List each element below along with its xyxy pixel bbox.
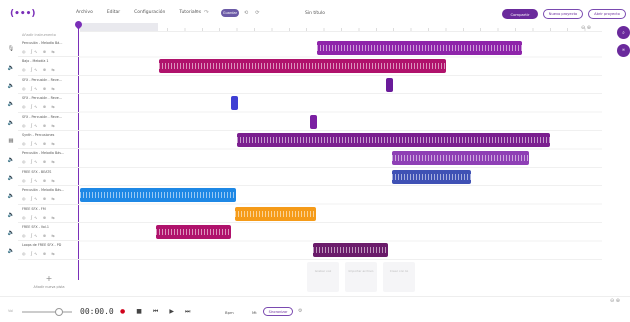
track-name[interactable]: SFX - Percusión - Reve... <box>22 115 80 119</box>
speaker-icon[interactable]: 🔈 <box>6 77 16 95</box>
stop-icon[interactable]: ■ <box>136 308 142 316</box>
speaker-icon[interactable]: 🔈 <box>6 206 16 224</box>
audio-clip[interactable] <box>392 151 529 166</box>
track-name[interactable]: FREE SFX - FM <box>22 207 80 211</box>
track-panel-header[interactable]: Añadir instrumento <box>18 30 80 39</box>
bottom-zoom-icons[interactable]: ⊖ ⊕ <box>610 298 620 304</box>
track-name[interactable]: SFX - Percusión - Reve... <box>22 78 80 82</box>
time-display: 00:00.0 <box>80 307 114 316</box>
track-row[interactable]: Bajo - Melodía 1 ◎ ʃ∿ ⊕ ⇆ <box>18 57 80 76</box>
timeline-ruler[interactable] <box>80 23 602 32</box>
track-row[interactable]: Percusión - Melodía Bás... ◎ ʃ∿ ⊕ ⇆ <box>18 186 80 205</box>
track-row[interactable]: Percusión - Melodía Bás... ◎ ʃ∿ ⊕ ⇆ <box>18 149 80 168</box>
audio-clip[interactable] <box>158 59 447 74</box>
transport-bar: Vol 00:00.0 ● ■ ⏮ ▶ ⏭ Bpm Mt Sincronizar… <box>0 296 630 322</box>
forward-icon[interactable]: ⏭ <box>185 308 190 316</box>
speaker-icon[interactable]: 🔈 <box>6 169 16 187</box>
rewind-icon[interactable]: ⏮ <box>153 308 158 316</box>
audio-clip[interactable] <box>316 41 522 55</box>
ruler-loop-region[interactable] <box>80 23 158 31</box>
new-project-button[interactable]: Nuevo proyecto <box>543 9 583 19</box>
track-row[interactable]: Synth - Percusiones ◎ ʃ∿ ⊕ ⇆ <box>18 131 80 150</box>
keyboard-icon[interactable]: ▦ <box>6 132 16 150</box>
record-icon[interactable]: ● <box>120 308 125 316</box>
mic-icon[interactable]: 🎙 <box>6 40 16 58</box>
sync-button[interactable]: Sincronizar <box>263 307 293 316</box>
track-controls[interactable]: ◎ ʃ∿ ⊕ ⇆ <box>22 196 80 201</box>
audio-clip[interactable] <box>392 169 472 184</box>
speaker-icon[interactable]: 🔈 <box>6 150 16 168</box>
loops-button[interactable]: ∞ <box>617 44 630 57</box>
track-controls[interactable]: ◎ ʃ∿ ⊕ ⇆ <box>22 49 80 54</box>
empty-track-tools: Grabar voz Importar archivo Crear con IA <box>307 262 415 292</box>
metronome-control[interactable]: Mt <box>252 310 257 315</box>
volume-slider[interactable] <box>22 308 72 316</box>
track-row[interactable]: FREE SFX - FM ◎ ʃ∿ ⊕ ⇆ <box>18 205 80 223</box>
speaker-icon[interactable]: 🔈 <box>6 95 16 113</box>
timeline-zoom[interactable]: ⊖ ⊕ <box>581 25 591 31</box>
speaker-icon[interactable]: 🔈 <box>6 58 16 76</box>
track-controls[interactable]: ◎ ʃ∿ ⊕ ⇆ <box>22 123 80 128</box>
transport-controls: ● ■ ⏮ ▶ ⏭ <box>120 308 190 316</box>
audio-clip[interactable] <box>231 96 239 111</box>
track-row[interactable]: FREE SFX - BEATS ◎ ʃ∿ ⊕ ⇆ <box>18 168 80 187</box>
track-row[interactable]: Percusión - Melodía Bá... ◎ ʃ∿ ⊕ ⇆ <box>18 39 80 58</box>
track-controls[interactable]: ◎ ʃ∿ ⊕ ⇆ <box>22 233 80 238</box>
settings-icon[interactable]: ⚙ <box>298 308 302 314</box>
track-row[interactable]: FREE SFX - Vol.1 ◎ ʃ∿ ⊕ ⇆ <box>18 223 80 242</box>
audio-clip[interactable] <box>236 133 551 147</box>
audio-clip[interactable] <box>310 114 317 129</box>
track-name[interactable]: SFX - Percusión - Reve... <box>22 96 80 100</box>
track-row[interactable]: Loops de FREE SFX - PD ◎ ʃ∿ ⊕ ⇆ <box>18 241 80 260</box>
track-controls[interactable]: ◎ ʃ∿ ⊕ ⇆ <box>22 215 80 220</box>
track-controls[interactable]: ◎ ʃ∿ ⊕ ⇆ <box>22 67 80 72</box>
track-name[interactable]: Loops de FREE SFX - PD <box>22 243 80 247</box>
track-controls[interactable]: ◎ ʃ∿ ⊕ ⇆ <box>22 104 80 109</box>
track-panel: Añadir instrumento Percusión - Melodía B… <box>18 30 80 289</box>
track-row[interactable]: SFX - Percusión - Reve... ◎ ʃ∿ ⊕ ⇆ <box>18 76 80 95</box>
record-voice-tool[interactable]: Grabar voz <box>307 262 339 292</box>
track-type-icons: 🎙 🔈 🔈 🔈 🔈 ▦ 🔈 🔈 🔈 🔈 🔈 🔈 <box>6 40 16 261</box>
audio-clip[interactable] <box>80 188 236 203</box>
speaker-icon[interactable]: 🔈 <box>6 114 16 132</box>
bpm-control[interactable]: Bpm <box>225 310 234 315</box>
create-ai-tool[interactable]: Crear con IA <box>383 262 415 292</box>
add-track-button[interactable]: + Añadir nueva pista <box>18 266 80 289</box>
track-name[interactable]: Synth - Percusiones <box>22 133 80 137</box>
audio-clip[interactable] <box>385 77 393 92</box>
track-controls[interactable]: ◎ ʃ∿ ⊕ ⇆ <box>22 86 80 91</box>
share-button[interactable]: Compartir <box>502 9 538 19</box>
track-controls[interactable]: ◎ ʃ∿ ⊕ ⇆ <box>22 141 80 146</box>
volume-knob[interactable] <box>55 308 63 316</box>
audio-clip[interactable] <box>156 225 232 239</box>
open-project-button[interactable]: Abrir proyecto <box>588 9 626 19</box>
track-row[interactable]: SFX - Percusión - Reve... ◎ ʃ∿ ⊕ ⇆ <box>18 94 80 113</box>
track-name[interactable]: Percusión - Melodía Bás... <box>22 151 80 155</box>
search-sounds-button[interactable]: ⌕ <box>617 26 630 39</box>
play-icon[interactable]: ▶ <box>169 308 174 316</box>
track-name[interactable]: Percusión - Melodía Bás... <box>22 188 80 192</box>
audio-clip[interactable] <box>312 243 388 258</box>
plus-icon: + <box>45 273 53 283</box>
track-name[interactable]: Bajo - Melodía 1 <box>22 59 80 63</box>
track-name[interactable]: FREE SFX - BEATS <box>22 170 80 174</box>
speaker-icon[interactable]: 🔈 <box>6 187 16 205</box>
import-file-tool[interactable]: Importar archivo <box>345 262 377 292</box>
speaker-icon[interactable]: 🔈 <box>6 224 16 242</box>
track-controls[interactable]: ◎ ʃ∿ ⊕ ⇆ <box>22 178 80 183</box>
track-name[interactable]: FREE SFX - Vol.1 <box>22 225 80 229</box>
audio-clip[interactable] <box>234 206 317 221</box>
speaker-icon[interactable]: 🔈 <box>6 242 16 260</box>
track-list: Percusión - Melodía Bá... ◎ ʃ∿ ⊕ ⇆ Bajo - … <box>18 39 80 260</box>
add-track-label: Añadir nueva pista <box>33 284 65 289</box>
track-controls[interactable]: ◎ ʃ∿ ⊕ ⇆ <box>22 251 80 256</box>
track-name[interactable]: Percusión - Melodía Bá... <box>22 41 80 45</box>
volume-label: Vol <box>8 309 14 313</box>
track-controls[interactable]: ◎ ʃ∿ ⊕ ⇆ <box>22 159 80 164</box>
track-row[interactable]: SFX - Percusión - Reve... ◎ ʃ∿ ⊕ ⇆ <box>18 113 80 131</box>
